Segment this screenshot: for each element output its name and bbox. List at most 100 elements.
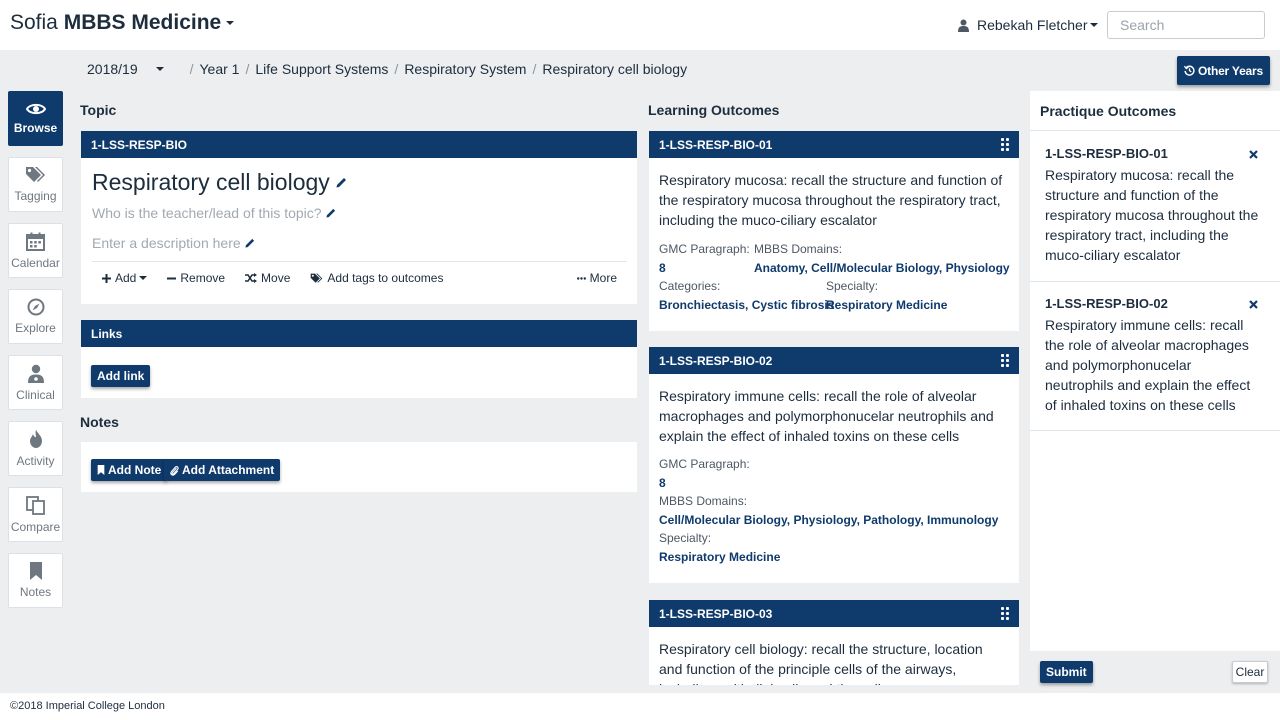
clear-button[interactable]: Clear: [1232, 661, 1268, 683]
pencil-icon[interactable]: [326, 208, 336, 218]
drag-handle-icon[interactable]: [1001, 138, 1009, 151]
learning-outcome-text: Respiratory mucosa: recall the structure…: [659, 172, 1003, 228]
topic-section-title: Topic: [80, 102, 117, 118]
add-attachment-button[interactable]: Add Attachment: [164, 459, 281, 481]
more-button[interactable]: More: [567, 271, 617, 285]
specialty-value: Respiratory Medicine: [659, 550, 781, 564]
breadcrumb-item-system[interactable]: Respiratory System: [404, 61, 526, 77]
fire-icon: [29, 429, 42, 448]
learning-outcome-header: 1-LSS-RESP-BIO-03: [649, 600, 1019, 627]
learning-outcome-text: Respiratory immune cells: recall the rol…: [659, 388, 994, 444]
tags-icon: [311, 273, 323, 283]
nav-label: Explore: [15, 321, 56, 335]
add-label: Add: [115, 271, 137, 285]
nav-tagging[interactable]: Tagging: [8, 157, 63, 212]
pencil-icon[interactable]: [336, 177, 347, 188]
domains-label: MBBS Domains:: [754, 242, 843, 256]
move-label: Move: [261, 271, 291, 285]
nav-browse[interactable]: Browse: [8, 91, 63, 146]
minus-icon: [167, 277, 177, 279]
breadcrumb-item-year[interactable]: Year 1: [200, 61, 240, 77]
breadcrumb-separator: /: [532, 61, 537, 77]
history-icon: [1184, 65, 1195, 76]
practique-outcomes-panel: Practique Outcomes 1-LSS-RESP-BIO-01 Res…: [1030, 91, 1280, 685]
year-value: 2018/19: [87, 61, 138, 77]
nav-explore[interactable]: Explore: [8, 289, 63, 344]
topic-title[interactable]: Respiratory cell biology: [92, 169, 347, 196]
learning-outcome-code: 1-LSS-RESP-BIO-02: [659, 353, 773, 368]
brand-prefix: Sofia: [10, 11, 58, 34]
nav-activity[interactable]: Activity: [8, 421, 63, 476]
topic-lead-field[interactable]: Who is the teacher/lead of this topic?: [92, 205, 336, 221]
pencil-icon[interactable]: [245, 238, 255, 248]
practique-outcome-text: Respiratory mucosa: recall the structure…: [1045, 167, 1259, 263]
practique-outcome-text: Respiratory immune cells: recall the rol…: [1045, 317, 1251, 413]
move-button[interactable]: Move: [245, 271, 290, 285]
nav-compare[interactable]: Compare: [8, 487, 63, 542]
learning-outcome-code: 1-LSS-RESP-BIO-01: [659, 137, 773, 152]
user-icon: [958, 19, 969, 32]
user-name: Rebekah Fletcher: [977, 17, 1088, 33]
specialty-label: Specialty:: [659, 531, 712, 545]
add-note-button[interactable]: Add Note: [91, 459, 168, 481]
gmc-value: 8: [659, 476, 666, 490]
add-tags-button[interactable]: Add tags to outcomes: [310, 271, 443, 285]
topic-description-field[interactable]: Enter a description here: [92, 235, 255, 251]
bookmark-icon: [29, 562, 42, 580]
breadcrumb-item-module[interactable]: Life Support Systems: [255, 61, 388, 77]
links-card: Links: [81, 320, 637, 398]
search-input[interactable]: [1107, 11, 1265, 39]
close-icon[interactable]: [1249, 150, 1258, 159]
app-brand-menu[interactable]: Sofia MBBS Medicine: [10, 11, 235, 35]
other-years-button[interactable]: Other Years: [1177, 56, 1270, 85]
nav-label: Tagging: [14, 189, 57, 203]
remove-button[interactable]: Remove: [167, 271, 225, 285]
nav-calendar[interactable]: Calendar: [8, 223, 63, 278]
learning-outcomes-section-title: Learning Outcomes: [648, 102, 780, 118]
add-attachment-label: Add Attachment: [182, 463, 275, 477]
practique-outcome-item: 1-LSS-RESP-BIO-01 Respiratory mucosa: re…: [1030, 132, 1280, 282]
topic-title-text: Respiratory cell biology: [92, 169, 330, 195]
learning-outcome-card[interactable]: 1-LSS-RESP-BIO-01 Respiratory mucosa: re…: [649, 131, 1019, 331]
close-icon[interactable]: [1249, 300, 1258, 309]
chevron-down-icon: [139, 276, 148, 280]
submit-button[interactable]: Submit: [1040, 661, 1093, 683]
learning-outcome-code: 1-LSS-RESP-BIO-03: [659, 606, 773, 621]
learning-outcome-card[interactable]: 1-LSS-RESP-BIO-03 Respiratory cell biolo…: [649, 600, 1019, 685]
nav-clinical[interactable]: Clinical: [8, 355, 63, 410]
tags-icon: [26, 167, 45, 182]
nav-label: Compare: [10, 519, 61, 534]
copy-icon: [26, 495, 45, 515]
topic-code-header: 1-LSS-RESP-BIO: [81, 131, 637, 158]
learning-outcome-header: 1-LSS-RESP-BIO-02: [649, 347, 1019, 374]
links-title: Links: [91, 326, 123, 341]
other-years-label: Other Years: [1198, 63, 1263, 78]
chevron-down-icon: [1089, 23, 1098, 27]
year-select[interactable]: 2018/19: [87, 61, 164, 77]
topic-lead-placeholder: Who is the teacher/lead of this topic?: [92, 205, 322, 221]
chevron-down-icon: [226, 21, 235, 26]
nav-label: Browse: [13, 121, 58, 135]
specialty-value: Respiratory Medicine: [826, 298, 948, 312]
add-link-button[interactable]: Add link: [91, 365, 151, 387]
learning-outcome-text: Respiratory cell biology: recall the str…: [659, 641, 983, 685]
remove-label: Remove: [180, 271, 226, 285]
domains-value: Anatomy, Cell/Molecular Biology, Physiol…: [754, 261, 1010, 275]
doctor-icon: [27, 364, 44, 383]
nav-notes[interactable]: Notes: [8, 553, 63, 608]
user-menu[interactable]: Rebekah Fletcher: [958, 17, 1098, 33]
drag-handle-icon[interactable]: [1001, 607, 1009, 620]
topic-card: 1-LSS-RESP-BIO Respiratory cell biology …: [81, 131, 637, 304]
learning-outcome-card[interactable]: 1-LSS-RESP-BIO-02 Respiratory immune cel…: [649, 347, 1019, 583]
submit-bar: Submit Clear: [1030, 651, 1280, 685]
domains-value: Cell/Molecular Biology, Physiology, Path…: [659, 513, 999, 527]
add-dropdown-button[interactable]: Add: [92, 271, 148, 285]
practique-title: Practique Outcomes: [1030, 91, 1280, 131]
categories-label: Categories:: [659, 279, 721, 293]
drag-handle-icon[interactable]: [1001, 354, 1009, 367]
learning-outcomes-list[interactable]: 1-LSS-RESP-BIO-01 Respiratory mucosa: re…: [649, 131, 1019, 685]
top-bar: Sofia MBBS Medicine Rebekah Fletcher: [0, 0, 1280, 50]
learning-outcome-header: 1-LSS-RESP-BIO-01: [649, 131, 1019, 158]
brand-name: MBBS Medicine: [63, 11, 222, 34]
nav-label: Notes: [19, 585, 52, 599]
